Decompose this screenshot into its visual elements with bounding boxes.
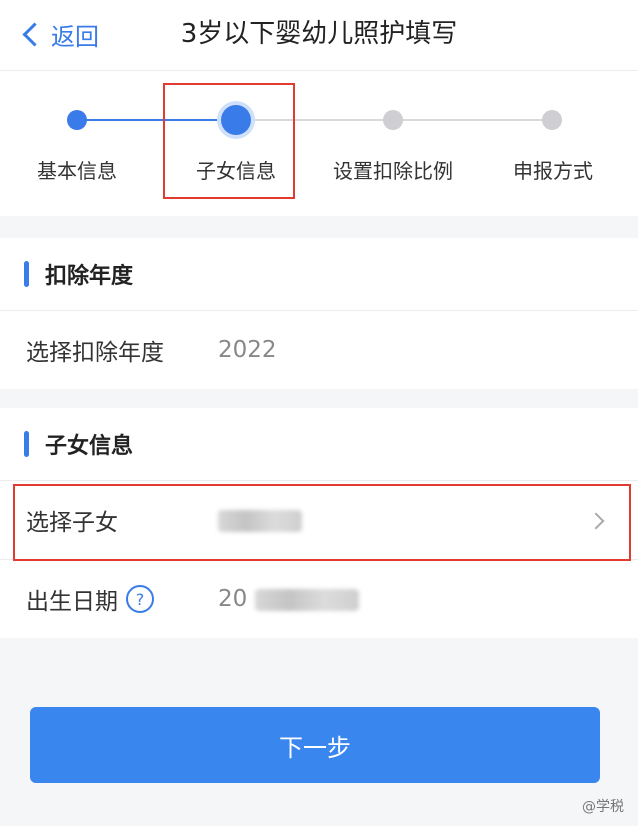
highlight-box-select-child: [13, 484, 631, 561]
section-header: 扣除年度: [0, 238, 638, 311]
row-label: 选择扣除年度: [26, 340, 164, 366]
birth-date-value: 20: [218, 586, 359, 612]
next-step-button[interactable]: 下一步: [30, 707, 600, 783]
step-label-basic: 基本信息: [37, 159, 117, 183]
birth-date-row: 出生日期 ? 20: [0, 560, 638, 638]
birth-date-label: 出生日期: [26, 589, 118, 615]
section-deduction-year: 扣除年度 选择扣除年度 2022: [0, 238, 638, 389]
row-label: 出生日期 ?: [26, 582, 218, 616]
step-dot-method: [542, 110, 562, 130]
step-dot-ratio: [383, 110, 403, 130]
navigation-header: 返回 3岁以下婴幼儿照护填写: [0, 0, 638, 71]
section-accent-bar: [24, 261, 29, 287]
section-title: 子女信息: [45, 434, 134, 459]
step-label-ratio: 设置扣除比例: [333, 159, 453, 183]
section-header: 子女信息: [0, 408, 638, 481]
progress-stepper: 基本信息 子女信息 设置扣除比例 申报方式: [0, 71, 638, 216]
step-dot-basic: [67, 110, 87, 130]
page-title: 3岁以下婴幼儿照护填写: [180, 19, 458, 49]
redaction-blur: [254, 588, 359, 611]
section-title: 扣除年度: [45, 264, 134, 289]
watermark: @学税: [582, 799, 624, 815]
highlight-box-step: [163, 83, 295, 199]
section-accent-bar: [24, 431, 29, 457]
step-label-method: 申报方式: [513, 159, 593, 183]
row-value: 2022: [218, 337, 277, 363]
help-icon[interactable]: ?: [126, 585, 154, 613]
deduction-year-row[interactable]: 选择扣除年度 2022: [0, 311, 638, 389]
birth-date-prefix: 20: [218, 586, 248, 612]
